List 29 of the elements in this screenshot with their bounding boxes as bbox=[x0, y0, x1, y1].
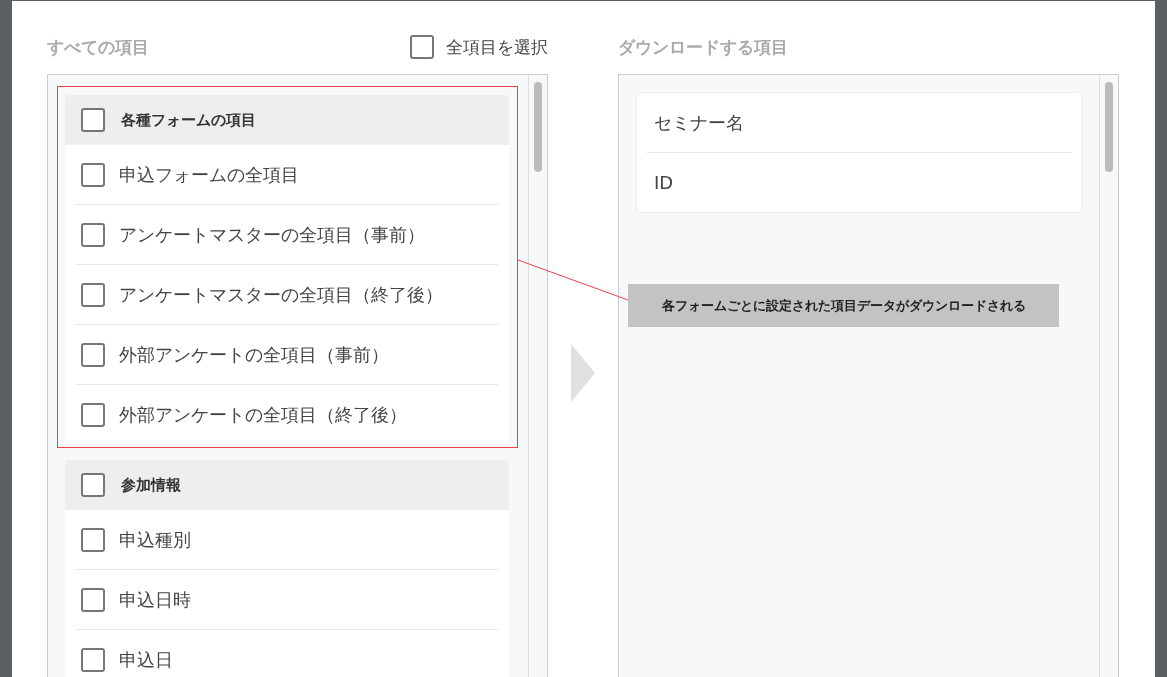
list-item[interactable]: 申込種別 bbox=[76, 510, 498, 570]
list-item[interactable]: 申込フォームの全項目 bbox=[76, 145, 498, 205]
list-item[interactable]: 外部アンケートの全項目（事前） bbox=[76, 325, 498, 385]
list-item[interactable]: 外部アンケートの全項目（終了後） bbox=[76, 385, 498, 444]
right-arrow-icon bbox=[571, 343, 595, 402]
list-item[interactable]: 申込日 bbox=[76, 630, 498, 677]
list-item[interactable]: アンケートマスターの全項目（終了後） bbox=[76, 265, 498, 325]
item-label: 申込種別 bbox=[119, 527, 191, 552]
group-label: 参加情報 bbox=[121, 475, 181, 495]
scrollbar-thumb[interactable] bbox=[534, 82, 542, 172]
item-label: 申込フォームの全項目 bbox=[119, 162, 299, 187]
group-header[interactable]: 各種フォームの項目 bbox=[65, 95, 509, 145]
item-label: アンケートマスターの全項目（終了後） bbox=[119, 282, 443, 307]
item-label: 申込日時 bbox=[119, 587, 191, 612]
group-label: 各種フォームの項目 bbox=[121, 110, 256, 130]
group-header[interactable]: 参加情報 bbox=[65, 460, 509, 510]
item-label: 外部アンケートの全項目（終了後） bbox=[119, 402, 407, 427]
scrollbar-thumb[interactable] bbox=[1105, 82, 1113, 172]
item-label: 外部アンケートの全項目（事前） bbox=[119, 342, 389, 367]
item-label: 申込日 bbox=[119, 647, 173, 672]
list-item[interactable]: 申込日時 bbox=[76, 570, 498, 630]
selected-item[interactable]: ID bbox=[654, 172, 674, 193]
select-all-checkbox[interactable]: 全項目を選択 bbox=[410, 33, 548, 61]
selected-item[interactable]: セミナー名 bbox=[654, 110, 744, 135]
item-label: アンケートマスターの全項目（事前） bbox=[119, 222, 425, 247]
annotation-callout: 各フォームごとに設定された項目データがダウンロードされる bbox=[628, 284, 1059, 327]
panel-title: すべての項目 bbox=[47, 36, 149, 59]
list-item[interactable]: アンケートマスターの全項目（事前） bbox=[76, 205, 498, 265]
panel-title: ダウンロードする項目 bbox=[618, 36, 788, 59]
